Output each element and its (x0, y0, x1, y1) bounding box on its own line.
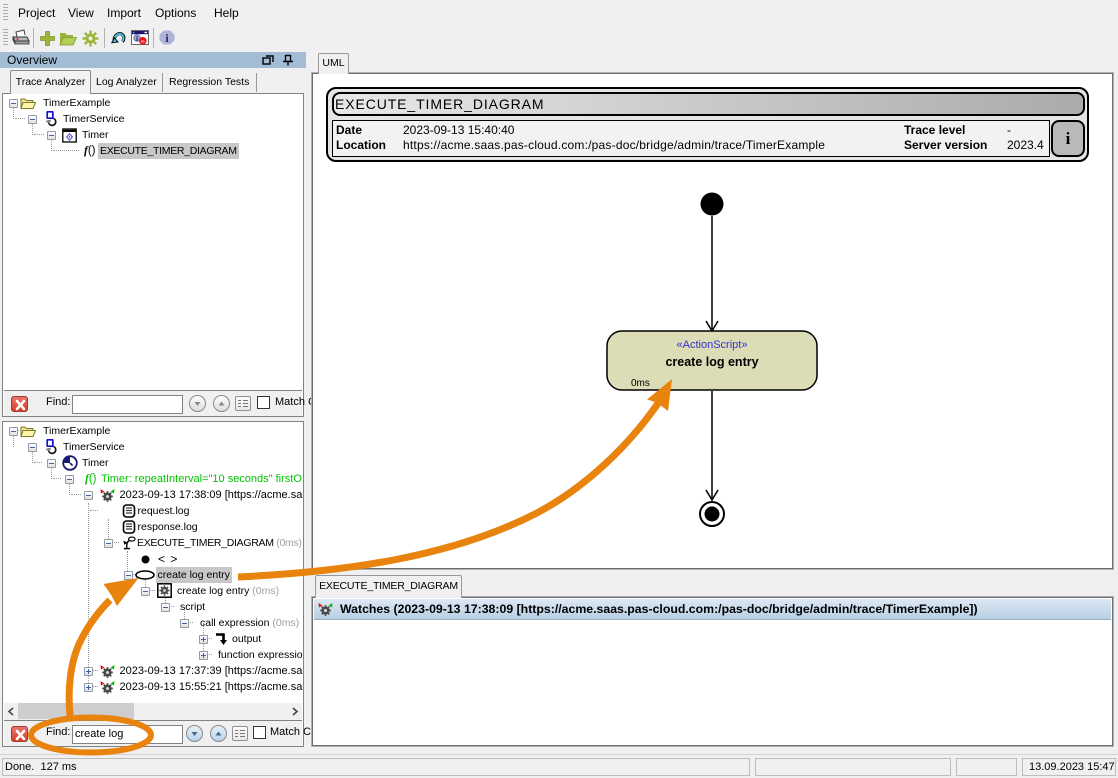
svg-text:0ms: 0ms (631, 378, 650, 389)
svg-text:«ActionScript»: «ActionScript» (677, 339, 748, 351)
svg-text:create log entry: create log entry (665, 355, 758, 369)
svg-text:i: i (136, 34, 138, 43)
svg-text:∞: ∞ (141, 39, 145, 45)
